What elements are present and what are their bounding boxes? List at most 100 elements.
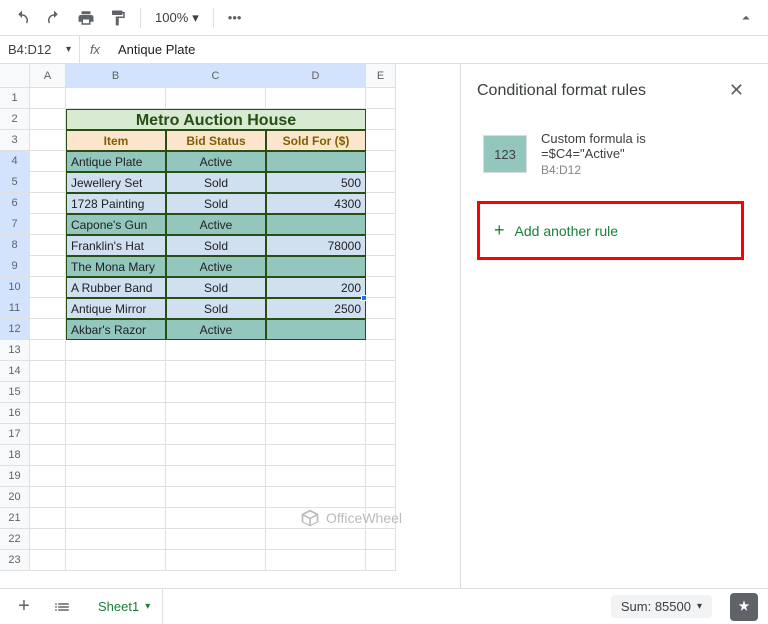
table-cell[interactable]: Capone's Gun <box>66 214 166 235</box>
cell[interactable] <box>166 550 266 571</box>
cell[interactable] <box>30 235 66 256</box>
cell[interactable] <box>166 88 266 109</box>
row-header[interactable]: 16 <box>0 403 30 424</box>
cell[interactable] <box>66 466 166 487</box>
column-header[interactable]: A <box>30 64 66 88</box>
cell[interactable] <box>166 424 266 445</box>
cell[interactable] <box>266 445 366 466</box>
cell[interactable] <box>30 445 66 466</box>
cell[interactable] <box>366 88 396 109</box>
cell[interactable] <box>30 256 66 277</box>
row-header[interactable]: 2 <box>0 109 30 130</box>
row-header[interactable]: 9 <box>0 256 30 277</box>
all-sheets-button[interactable] <box>48 593 76 621</box>
cell[interactable] <box>366 340 396 361</box>
table-cell[interactable]: Akbar's Razor <box>66 319 166 340</box>
row-header[interactable]: 17 <box>0 424 30 445</box>
table-cell[interactable]: 4300 <box>266 193 366 214</box>
table-cell[interactable]: The Mona Mary <box>66 256 166 277</box>
table-cell[interactable]: Franklin's Hat <box>66 235 166 256</box>
cell[interactable] <box>30 214 66 235</box>
cell[interactable] <box>30 361 66 382</box>
row-header[interactable]: 20 <box>0 487 30 508</box>
row-header[interactable]: 8 <box>0 235 30 256</box>
table-cell[interactable]: Sold <box>166 277 266 298</box>
cell[interactable] <box>166 508 266 529</box>
row-header[interactable]: 22 <box>0 529 30 550</box>
name-box[interactable]: B4:D12▾ <box>0 36 80 63</box>
row-header[interactable]: 11 <box>0 298 30 319</box>
cell[interactable] <box>66 361 166 382</box>
cell[interactable] <box>166 403 266 424</box>
table-cell[interactable]: 2500 <box>266 298 366 319</box>
table-cell[interactable]: Jewellery Set <box>66 172 166 193</box>
column-header[interactable]: B <box>66 64 166 88</box>
row-header[interactable]: 19 <box>0 466 30 487</box>
cell[interactable] <box>366 109 396 130</box>
cell[interactable] <box>366 466 396 487</box>
zoom-dropdown[interactable]: 100%▾ <box>149 10 205 26</box>
cell[interactable] <box>30 172 66 193</box>
cell[interactable] <box>366 550 396 571</box>
row-header[interactable]: 5 <box>0 172 30 193</box>
row-header[interactable]: 13 <box>0 340 30 361</box>
table-cell[interactable]: Active <box>166 214 266 235</box>
cell[interactable] <box>266 466 366 487</box>
table-cell[interactable]: 200 <box>266 277 366 298</box>
cell[interactable] <box>366 235 396 256</box>
table-cell[interactable]: Sold <box>166 172 266 193</box>
add-sheet-button[interactable]: + <box>10 593 38 621</box>
cell[interactable] <box>366 445 396 466</box>
cell[interactable] <box>166 529 266 550</box>
cell[interactable] <box>366 382 396 403</box>
print-button[interactable] <box>72 4 100 32</box>
redo-button[interactable] <box>40 4 68 32</box>
cell[interactable] <box>366 529 396 550</box>
cell[interactable] <box>66 445 166 466</box>
close-icon[interactable]: ✕ <box>729 80 744 101</box>
cell[interactable] <box>366 172 396 193</box>
cell[interactable] <box>366 214 396 235</box>
cell[interactable] <box>66 508 166 529</box>
table-cell[interactable]: 78000 <box>266 235 366 256</box>
cell[interactable] <box>166 466 266 487</box>
column-header[interactable]: D <box>266 64 366 88</box>
column-header[interactable]: E <box>366 64 396 88</box>
formula-bar[interactable]: Antique Plate <box>110 42 203 57</box>
cell[interactable] <box>66 550 166 571</box>
selection-handle[interactable] <box>361 295 367 301</box>
cell[interactable] <box>366 424 396 445</box>
cell[interactable] <box>266 529 366 550</box>
table-cell[interactable]: Antique Plate <box>66 151 166 172</box>
cell[interactable] <box>66 529 166 550</box>
cell[interactable] <box>366 487 396 508</box>
cell[interactable] <box>30 550 66 571</box>
cell[interactable] <box>266 340 366 361</box>
cell[interactable] <box>366 256 396 277</box>
cell[interactable] <box>366 193 396 214</box>
cell[interactable] <box>66 340 166 361</box>
cell[interactable] <box>66 487 166 508</box>
cell[interactable] <box>30 382 66 403</box>
cell[interactable] <box>266 487 366 508</box>
cell[interactable] <box>366 508 396 529</box>
table-cell[interactable]: Active <box>166 256 266 277</box>
cell[interactable] <box>30 130 66 151</box>
cell[interactable] <box>166 361 266 382</box>
row-header[interactable]: 23 <box>0 550 30 571</box>
cell[interactable] <box>166 340 266 361</box>
cell[interactable] <box>266 403 366 424</box>
cell[interactable] <box>66 88 166 109</box>
cell[interactable] <box>366 361 396 382</box>
table-cell[interactable]: Sold <box>166 193 266 214</box>
table-cell[interactable]: 500 <box>266 172 366 193</box>
cell[interactable] <box>66 403 166 424</box>
cell[interactable] <box>166 382 266 403</box>
cell[interactable] <box>266 361 366 382</box>
row-header[interactable]: 3 <box>0 130 30 151</box>
cell[interactable] <box>30 151 66 172</box>
cell[interactable] <box>366 277 396 298</box>
table-cell[interactable] <box>266 256 366 277</box>
row-header[interactable]: 10 <box>0 277 30 298</box>
cell[interactable] <box>366 130 396 151</box>
